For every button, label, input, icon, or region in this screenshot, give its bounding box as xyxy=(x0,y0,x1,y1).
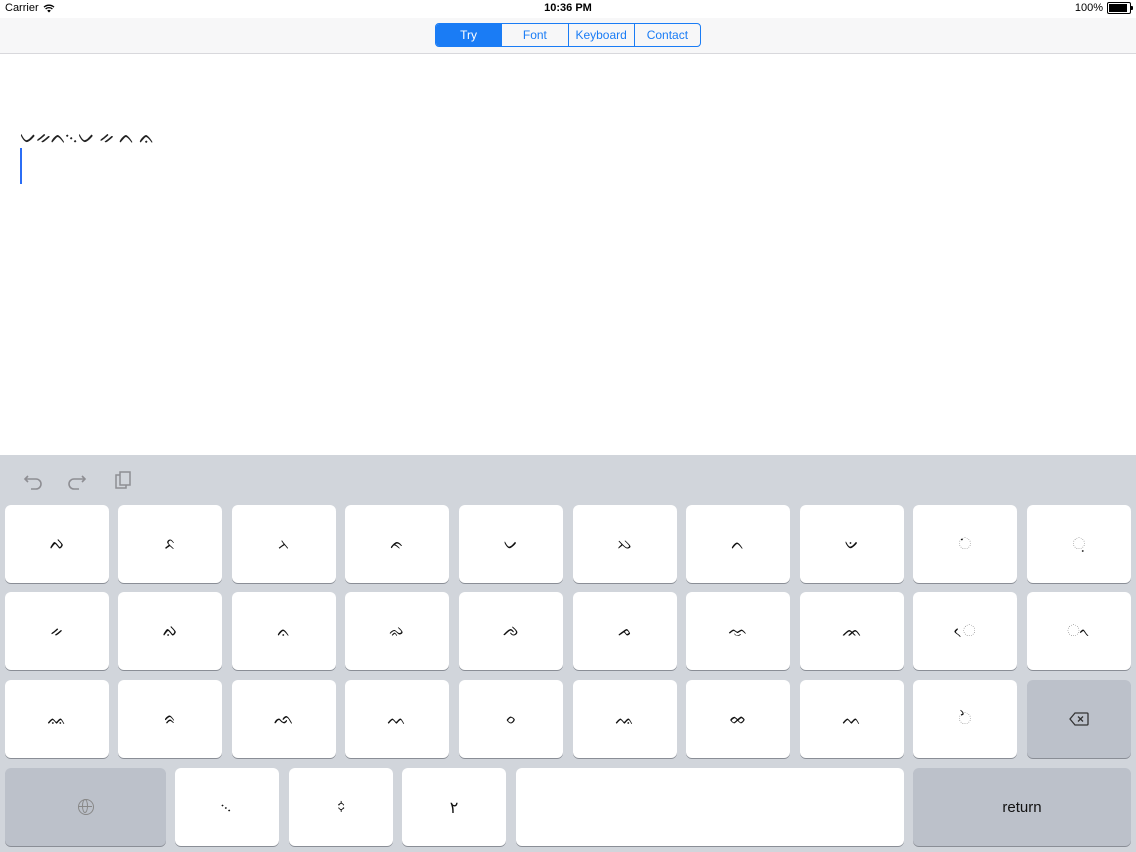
globe-icon xyxy=(77,799,94,815)
key-row1-5[interactable]: ᨆ xyxy=(459,505,563,583)
key-row1-4[interactable]: ᨃ xyxy=(345,505,449,583)
key-row3-9[interactable]: ᨛ xyxy=(913,680,1017,758)
key-row3-3[interactable]: ᨒ xyxy=(232,680,336,758)
key-row3-6[interactable]: ᨕ xyxy=(573,680,677,758)
navigation-bar: Try Font Keyboard Contact xyxy=(0,18,1136,54)
key-row1-7[interactable]: ᨈ xyxy=(686,505,790,583)
key-row4-1[interactable]: ᨞ xyxy=(175,768,279,846)
backspace-key[interactable] xyxy=(1027,680,1131,758)
tab-keyboard[interactable]: Keyboard xyxy=(567,24,634,46)
key-row2-10[interactable]: ᨚ xyxy=(1027,592,1131,670)
key-row1-2[interactable]: ᨅ xyxy=(118,505,222,583)
key-row2-7[interactable]: ᨎ xyxy=(686,592,790,670)
battery-percent: 100% xyxy=(1074,2,1103,14)
key-row1-6[interactable]: ᨇ xyxy=(573,505,677,583)
key-row4-3[interactable]: ٢ xyxy=(402,768,506,846)
key-row2-2[interactable]: ᨁ xyxy=(118,592,222,670)
globe-key[interactable] xyxy=(5,768,166,846)
backspace-icon xyxy=(1069,712,1089,726)
key-row1-9[interactable]: ᨗ xyxy=(913,505,1017,583)
key-row2-5[interactable]: ᨌ xyxy=(459,592,563,670)
redo-icon[interactable] xyxy=(66,469,88,491)
text-editor[interactable]: ᨆᨀᨈ᨞ᨆ ᨀ ᨈ ᨊ xyxy=(0,54,1136,454)
status-bar: Carrier 10:36 PM 100% xyxy=(0,0,1136,18)
key-row2-9[interactable]: ᨙ xyxy=(913,592,1017,670)
key-row3-4[interactable]: ᨓ xyxy=(345,680,449,758)
key-row3-8[interactable]: ᨓ xyxy=(800,680,904,758)
key-row2-6[interactable]: ᨍ xyxy=(573,592,677,670)
key-row3-2[interactable]: ᨑ xyxy=(118,680,222,758)
key-row1-1[interactable]: ᨄ xyxy=(5,505,109,583)
key-row3-5[interactable]: ᨔ xyxy=(459,680,563,758)
key-row4-2[interactable]: ᨟ xyxy=(289,768,393,846)
key-row2-1[interactable]: ᨀ xyxy=(5,592,109,670)
undo-icon[interactable] xyxy=(22,469,44,491)
key-row3-7[interactable]: ᨖ xyxy=(686,680,790,758)
text-caret xyxy=(20,148,22,184)
tab-contact[interactable]: Contact xyxy=(633,24,700,46)
key-row2-4[interactable]: ᨋ xyxy=(345,592,449,670)
key-row2-3[interactable]: ᨊ xyxy=(232,592,336,670)
key-row1-8[interactable]: ᨉ xyxy=(800,505,904,583)
key-row1-3[interactable]: ᨂ xyxy=(232,505,336,583)
status-right: 100% xyxy=(1074,2,1133,14)
return-key[interactable]: return xyxy=(913,768,1131,846)
key-row3-1[interactable]: ᨐ xyxy=(5,680,109,758)
tab-try[interactable]: Try xyxy=(436,24,502,46)
space-key[interactable] xyxy=(516,768,904,846)
key-row2-8[interactable]: ᨏ xyxy=(800,592,904,670)
tab-font[interactable]: Font xyxy=(501,24,567,46)
tab-segmented-control: Try Font Keyboard Contact xyxy=(435,23,701,47)
keyboard-shortcut-bar xyxy=(0,455,1136,503)
custom-keyboard: ᨄ ᨅ ᨂ ᨃ ᨆ ᨇ ᨈ ᨉ ᨗ ᨘ ᨀ ᨁ ᨊ ᨋ ᨌ ᨍ ᨎ ᨏ ᨙ ᨚ … xyxy=(0,455,1136,852)
battery-icon xyxy=(1107,2,1133,14)
key-row1-10[interactable]: ᨘ xyxy=(1027,505,1131,583)
paste-icon[interactable] xyxy=(112,469,134,491)
editor-text[interactable]: ᨆᨀᨈ᨞ᨆ ᨀ ᨈ ᨊ xyxy=(20,126,155,148)
status-time: 10:36 PM xyxy=(544,2,592,14)
